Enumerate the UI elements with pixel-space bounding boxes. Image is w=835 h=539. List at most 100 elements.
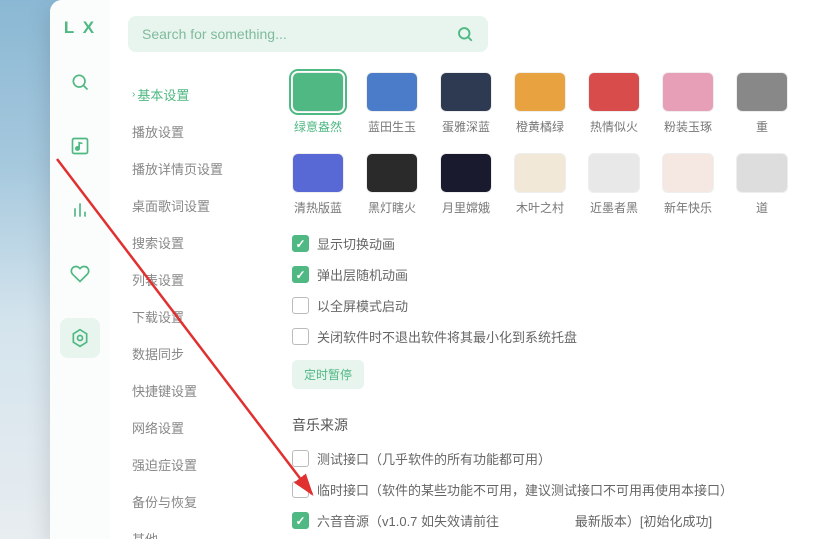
checkbox[interactable] bbox=[292, 235, 309, 252]
theme-label: 新年快乐 bbox=[664, 199, 712, 216]
section-title-source: 音乐来源 bbox=[292, 415, 823, 435]
sidebar-item-label: 快捷键设置 bbox=[132, 381, 197, 400]
themes-row-2: 清热版蓝 黑灯瞎火 月里嫦娥木叶之村 近墨者黑新年快乐 道 bbox=[292, 153, 823, 216]
option-label: 六音音源（v1.0.7 如失效请前往 最新版本）[初始化成功] bbox=[317, 511, 712, 530]
option-label: 关闭软件时不退出软件将其最小化到系统托盘 bbox=[317, 327, 577, 346]
theme-label: 木叶之村 bbox=[516, 199, 564, 216]
settings-icon bbox=[70, 328, 90, 348]
nav-favorites[interactable] bbox=[60, 254, 100, 294]
sidebar-item-label: 下载设置 bbox=[132, 307, 184, 326]
sidebar-item-list[interactable]: 列表设置 bbox=[132, 261, 280, 298]
theme-swatch bbox=[514, 72, 566, 112]
option-popup-anim[interactable]: 弹出层随机动画 bbox=[292, 265, 823, 284]
theme-label: 蓝田生玉 bbox=[368, 118, 416, 135]
source-option-test[interactable]: 测试接口（几乎软件的所有功能都可用） bbox=[292, 449, 823, 468]
checkbox[interactable] bbox=[292, 328, 309, 345]
theme-swatch bbox=[292, 72, 344, 112]
sidebar-item-label: 备份与恢复 bbox=[132, 492, 197, 511]
checkbox[interactable] bbox=[292, 297, 309, 314]
sidebar-item-basic[interactable]: ›基本设置 bbox=[132, 76, 280, 113]
nav-settings[interactable] bbox=[60, 318, 100, 358]
chevron-right-icon: › bbox=[132, 89, 135, 100]
source-option-liuyin[interactable]: 六音音源（v1.0.7 如失效请前往 最新版本）[初始化成功] bbox=[292, 511, 823, 530]
sidebar-item-search[interactable]: 搜索设置 bbox=[132, 224, 280, 261]
theme-item[interactable]: 月里嫦娥 bbox=[440, 153, 492, 216]
sidebar-item-label: 其他 bbox=[132, 529, 158, 539]
source-option-temp[interactable]: 临时接口（软件的某些功能不可用，建议测试接口不可用再使用本接口） bbox=[292, 480, 823, 499]
theme-swatch bbox=[366, 72, 418, 112]
timed-pause-button[interactable]: 定时暂停 bbox=[292, 360, 364, 389]
option-label: 显示切换动画 bbox=[317, 234, 395, 253]
theme-label: 黑灯瞎火 bbox=[368, 199, 416, 216]
theme-label: 热情似火 bbox=[590, 118, 638, 135]
theme-swatch bbox=[440, 72, 492, 112]
chart-icon bbox=[70, 200, 90, 220]
option-label: 弹出层随机动画 bbox=[317, 265, 408, 284]
sidebar-item-ocd[interactable]: 强迫症设置 bbox=[132, 446, 280, 483]
theme-item[interactable]: 木叶之村 bbox=[514, 153, 566, 216]
heart-icon bbox=[70, 264, 90, 284]
search-icon[interactable] bbox=[456, 25, 474, 43]
theme-label: 蛋雅深蓝 bbox=[442, 118, 490, 135]
theme-item[interactable]: 近墨者黑 bbox=[588, 153, 640, 216]
option-label: 测试接口（几乎软件的所有功能都可用） bbox=[317, 449, 551, 468]
option-close-tray[interactable]: 关闭软件时不退出软件将其最小化到系统托盘 bbox=[292, 327, 823, 346]
sidebar-item-label: 数据同步 bbox=[132, 344, 184, 363]
theme-item[interactable]: 蓝田生玉 bbox=[366, 72, 418, 135]
theme-item[interactable]: 绿意盎然 bbox=[292, 72, 344, 135]
sidebar-item-label: 基本设置 bbox=[137, 85, 189, 104]
top-bar bbox=[110, 0, 835, 68]
sidebar-item-download[interactable]: 下载设置 bbox=[132, 298, 280, 335]
sidebar-item-label: 播放详情页设置 bbox=[132, 159, 223, 178]
sidebar-item-label: 搜索设置 bbox=[132, 233, 184, 252]
sidebar-item-sync[interactable]: 数据同步 bbox=[132, 335, 280, 372]
theme-swatch bbox=[588, 153, 640, 193]
playlist-icon bbox=[70, 136, 90, 156]
theme-item[interactable]: 粉装玉琢 bbox=[662, 72, 714, 135]
checkbox[interactable] bbox=[292, 512, 309, 529]
theme-label: 绿意盎然 bbox=[294, 118, 342, 135]
theme-item[interactable]: 热情似火 bbox=[588, 72, 640, 135]
theme-item[interactable]: 清热版蓝 bbox=[292, 153, 344, 216]
options-group: 显示切换动画 弹出层随机动画 以全屏模式启动 关闭软件时不退出软件将其最小化到系… bbox=[292, 234, 823, 346]
sidebar-item-play-detail[interactable]: 播放详情页设置 bbox=[132, 150, 280, 187]
theme-label: 橙黄橘绿 bbox=[516, 118, 564, 135]
search-box[interactable] bbox=[128, 16, 488, 52]
theme-item[interactable]: 道 bbox=[736, 153, 788, 216]
theme-item[interactable]: 蛋雅深蓝 bbox=[440, 72, 492, 135]
theme-swatch bbox=[588, 72, 640, 112]
theme-swatch bbox=[366, 153, 418, 193]
sidebar-item-network[interactable]: 网络设置 bbox=[132, 409, 280, 446]
sidebar-item-play[interactable]: 播放设置 bbox=[132, 113, 280, 150]
nav-chart[interactable] bbox=[60, 190, 100, 230]
search-icon bbox=[70, 72, 90, 92]
theme-item[interactable]: 重 bbox=[736, 72, 788, 135]
checkbox[interactable] bbox=[292, 266, 309, 283]
checkbox[interactable] bbox=[292, 481, 309, 498]
app-window: L X ›基本设置 播放设置 播放详情页设置 bbox=[50, 0, 835, 539]
themes-row-1: 绿意盎然 蓝田生玉 蛋雅深蓝 橙黄橘绿 热情似火 粉装玉琢重 bbox=[292, 72, 823, 135]
theme-item[interactable]: 黑灯瞎火 bbox=[366, 153, 418, 216]
checkbox[interactable] bbox=[292, 450, 309, 467]
sidebar-item-backup[interactable]: 备份与恢复 bbox=[132, 483, 280, 520]
source-options: 测试接口（几乎软件的所有功能都可用） 临时接口（软件的某些功能不可用，建议测试接… bbox=[292, 449, 823, 530]
content-area: ›基本设置 播放设置 播放详情页设置 桌面歌词设置 搜索设置 列表设置 下载设置… bbox=[110, 68, 835, 539]
sidebar-item-other[interactable]: 其他 bbox=[132, 520, 280, 539]
theme-label: 清热版蓝 bbox=[294, 199, 342, 216]
option-fullscreen[interactable]: 以全屏模式启动 bbox=[292, 296, 823, 315]
theme-swatch bbox=[440, 153, 492, 193]
theme-swatch bbox=[736, 153, 788, 193]
sidebar-item-label: 播放设置 bbox=[132, 122, 184, 141]
theme-swatch bbox=[662, 153, 714, 193]
nav-search[interactable] bbox=[60, 62, 100, 102]
theme-label: 重 bbox=[756, 118, 768, 135]
nav-playlist[interactable] bbox=[60, 126, 100, 166]
settings-sidebar: ›基本设置 播放设置 播放详情页设置 桌面歌词设置 搜索设置 列表设置 下载设置… bbox=[110, 68, 280, 539]
left-nav-bar: L X bbox=[50, 0, 110, 539]
sidebar-item-hotkey[interactable]: 快捷键设置 bbox=[132, 372, 280, 409]
search-input[interactable] bbox=[142, 26, 448, 42]
theme-item[interactable]: 橙黄橘绿 bbox=[514, 72, 566, 135]
theme-item[interactable]: 新年快乐 bbox=[662, 153, 714, 216]
option-switch-anim[interactable]: 显示切换动画 bbox=[292, 234, 823, 253]
sidebar-item-lyrics[interactable]: 桌面歌词设置 bbox=[132, 187, 280, 224]
